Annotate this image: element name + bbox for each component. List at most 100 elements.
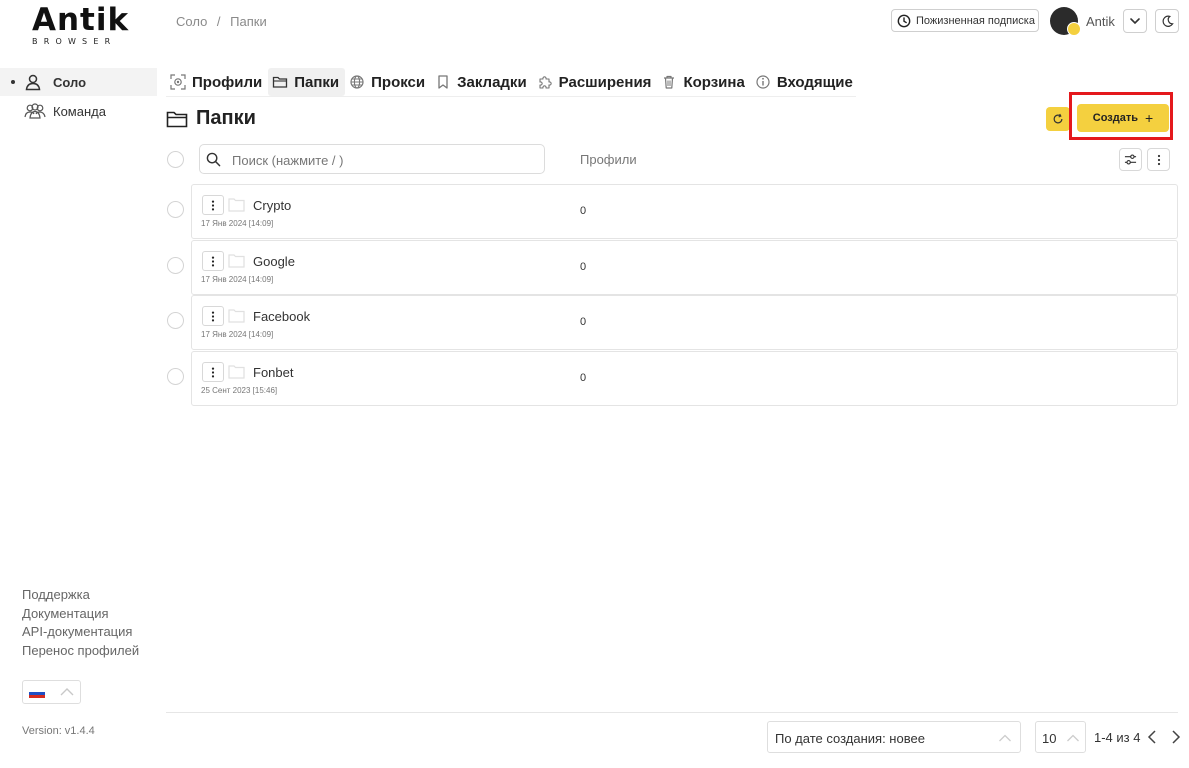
- puzzle-icon: [539, 76, 552, 89]
- sliders-icon: [1124, 154, 1137, 165]
- breadcrumb-separator: /: [216, 14, 221, 29]
- row-menu-button[interactable]: [202, 306, 224, 326]
- folder-icon: [273, 76, 288, 88]
- active-dot: [11, 80, 15, 84]
- user-icon: [25, 74, 41, 91]
- select-all-checkbox[interactable]: [167, 151, 184, 168]
- kebab-icon: [211, 200, 215, 210]
- folder-date: 17 Янв 2024 [14:09]: [201, 330, 274, 339]
- logo-subtext: BROWSER: [32, 37, 117, 46]
- breadcrumb-item-folders: Папки: [230, 14, 267, 29]
- subscription-label: Пожизненная подписка: [916, 14, 1035, 27]
- per-page-value: 10: [1042, 731, 1057, 746]
- kebab-icon: [211, 256, 215, 266]
- sidebar-item-label: Команда: [53, 104, 106, 119]
- ru-flag-icon: [29, 689, 45, 698]
- more-options-button[interactable]: [1147, 148, 1170, 171]
- folder-name[interactable]: Facebook: [253, 309, 310, 324]
- row-menu-button[interactable]: [202, 362, 224, 382]
- tab-label: Корзина: [683, 73, 745, 91]
- folder-date: 17 Янв 2024 [14:09]: [201, 275, 274, 284]
- prev-page-button[interactable]: [1145, 729, 1159, 745]
- subscription-button[interactable]: Пожизненная подписка: [891, 9, 1039, 32]
- profiles-count: 0: [580, 261, 587, 273]
- chevron-down-icon: [1130, 18, 1140, 25]
- row-checkbox[interactable]: [167, 368, 184, 385]
- trash-icon: [664, 75, 675, 89]
- tab-profiles[interactable]: Профили: [166, 68, 268, 96]
- sort-select[interactable]: По дате создания: новее: [767, 721, 1021, 753]
- tab-label: Входящие: [776, 73, 853, 91]
- chevron-up-icon: [999, 734, 1011, 742]
- footer-divider: [166, 712, 1178, 713]
- filter-button[interactable]: [1119, 148, 1142, 171]
- folder-name[interactable]: Fonbet: [253, 365, 293, 380]
- table-row[interactable]: Facebook 17 Янв 2024 [14:09] 0: [191, 295, 1178, 350]
- tab-extensions[interactable]: Расширения: [533, 68, 658, 96]
- search-input[interactable]: [230, 150, 534, 170]
- tab-proxies[interactable]: Прокси: [345, 68, 431, 96]
- kebab-icon: [211, 367, 215, 377]
- kebab-icon: [211, 311, 215, 321]
- sort-value: По дате создания: новее: [775, 731, 925, 746]
- tab-trash[interactable]: Корзина: [657, 68, 750, 96]
- user-name[interactable]: Antik: [1086, 14, 1115, 29]
- per-page-select[interactable]: 10: [1035, 721, 1086, 753]
- search-icon: [206, 152, 221, 167]
- tab-folders[interactable]: Папки: [268, 68, 346, 96]
- refresh-icon: [1053, 113, 1063, 124]
- page-title-text: Папки: [196, 107, 256, 129]
- logo[interactable]: Antik BROWSER: [30, 4, 130, 46]
- next-page-button[interactable]: [1169, 729, 1183, 745]
- folder-date: 17 Янв 2024 [14:09]: [201, 219, 274, 228]
- sidebar-links: Поддержка Документация API-документация …: [22, 586, 139, 661]
- theme-toggle-button[interactable]: [1155, 9, 1179, 33]
- refresh-button[interactable]: [1046, 107, 1070, 131]
- row-checkbox[interactable]: [167, 257, 184, 274]
- breadcrumb-item-solo[interactable]: Соло: [176, 14, 207, 29]
- sidebar-item-team[interactable]: Команда: [0, 97, 157, 125]
- table-row[interactable]: Google 17 Янв 2024 [14:09] 0: [191, 240, 1178, 295]
- tab-inbox[interactable]: Входящие: [751, 68, 859, 96]
- profiles-count: 0: [580, 316, 587, 328]
- sidebar-item-solo[interactable]: Соло: [0, 68, 157, 96]
- language-select[interactable]: [22, 680, 81, 704]
- row-menu-button[interactable]: [202, 251, 224, 271]
- support-link[interactable]: Поддержка: [22, 586, 139, 605]
- documentation-link[interactable]: Документация: [22, 605, 139, 624]
- pagination-range: 1-4 из 4: [1094, 730, 1141, 745]
- user-menu-button[interactable]: [1123, 9, 1147, 33]
- row-menu-button[interactable]: [202, 195, 224, 215]
- team-icon: [24, 103, 46, 119]
- tab-label: Закладки: [457, 73, 527, 91]
- folder-name[interactable]: Crypto: [253, 198, 291, 213]
- page-title: Папки: [166, 107, 256, 130]
- breadcrumb: Соло / Папки: [176, 14, 273, 29]
- info-icon: [756, 75, 770, 89]
- kebab-icon: [1157, 154, 1160, 165]
- folder-icon: [228, 198, 245, 212]
- tab-label: Прокси: [371, 73, 426, 91]
- folder-name[interactable]: Google: [253, 254, 295, 269]
- row-checkbox[interactable]: [167, 312, 184, 329]
- chevron-up-icon: [60, 688, 74, 696]
- section-tabs: Профили Папки Прокси Закладки Расширения…: [166, 68, 859, 96]
- api-documentation-link[interactable]: API-документация: [22, 623, 139, 642]
- tab-label: Папки: [294, 73, 340, 91]
- logo-text: Antik: [32, 2, 130, 38]
- bookmark-icon: [438, 75, 448, 89]
- crown-icon: [1067, 22, 1081, 36]
- profile-transfer-link[interactable]: Перенос профилей: [22, 642, 139, 661]
- row-checkbox[interactable]: [167, 201, 184, 218]
- sidebar-item-label: Соло: [53, 75, 87, 90]
- search-box: [199, 144, 545, 174]
- profiles-count: 0: [580, 372, 587, 384]
- folder-icon: [166, 111, 188, 127]
- globe-icon: [350, 75, 364, 89]
- table-row[interactable]: Crypto 17 Янв 2024 [14:09] 0: [191, 184, 1178, 239]
- tab-bookmarks[interactable]: Закладки: [431, 68, 533, 96]
- tab-label: Профили: [192, 73, 263, 91]
- table-row[interactable]: Fonbet 25 Сент 2023 [15:46] 0: [191, 351, 1178, 406]
- version-label: Version: v1.4.4: [22, 725, 95, 737]
- avatar[interactable]: [1050, 7, 1081, 36]
